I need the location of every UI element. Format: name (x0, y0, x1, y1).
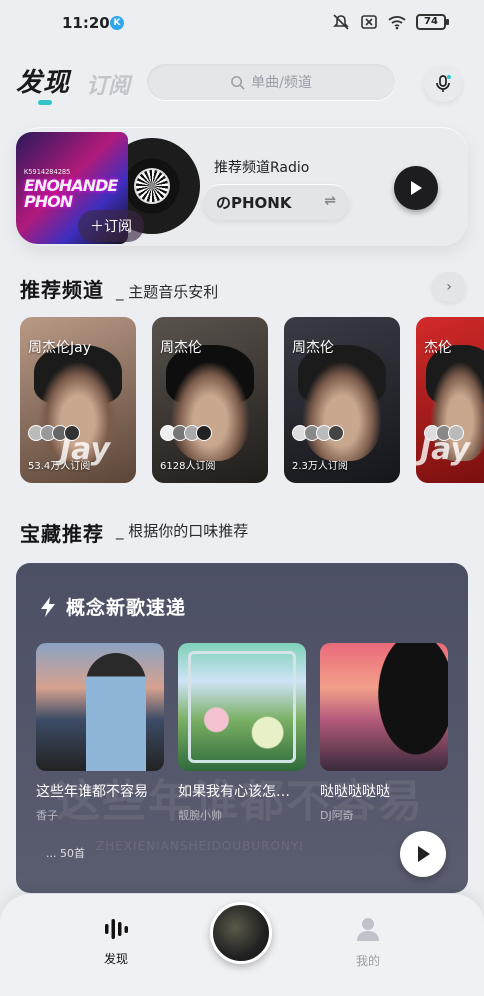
channel-name: 杰伦 (424, 340, 452, 356)
status-time: 11:20 (62, 14, 110, 32)
tab-indicator (38, 100, 52, 105)
card-title-text: 概念新歌速递 (66, 597, 187, 619)
song-item[interactable]: 如果我有心该怎… 靓腕小帅 (178, 643, 306, 823)
search-placeholder: 单曲/频道 (251, 75, 312, 91)
channel-name: 周杰伦 (292, 340, 334, 356)
nav-profile-label: 我的 (355, 954, 380, 968)
song-artist: DJ阿奇 (320, 809, 354, 822)
search-input[interactable]: 单曲/频道 (147, 64, 395, 100)
status-bar: 11:20 K 74 (0, 0, 484, 48)
discover-icon (105, 919, 128, 939)
card-title: 概念新歌速递 (38, 593, 186, 620)
app-badge-icon: K (110, 16, 124, 30)
subscribe-button[interactable]: ＋订阅 (78, 210, 144, 242)
play-icon (411, 181, 422, 195)
play-all-button[interactable] (400, 831, 446, 877)
chevron-right-icon[interactable]: › (432, 272, 466, 302)
search-icon (231, 75, 245, 90)
channel-card[interactable]: 周杰伦 6128人订阅 (152, 317, 268, 483)
subscriber-avatars (160, 425, 212, 441)
channel-name: 周杰伦 (160, 340, 202, 356)
subscriber-avatars (28, 425, 80, 441)
song-artist: 香子 (36, 809, 58, 822)
nav-discover[interactable]: 发现 (86, 916, 146, 967)
voice-search-button[interactable] (424, 66, 462, 102)
bottom-navigation: 发现 我的 (0, 894, 484, 996)
new-songs-card[interactable]: 这些年谁都不容易 ZHEXIENIANSHEIDOUBURONYI 概念新歌速递… (16, 563, 468, 893)
radio-title: 推荐频道Radio (214, 160, 310, 176)
card-background-latin: ZHEXIENIANSHEIDOUBURONYI (96, 839, 304, 853)
radio-channel-chip[interactable]: のPHONK ⇌ (202, 184, 350, 220)
cover-title: ENOHANDE PHON (24, 176, 118, 211)
channel-card[interactable]: Jay 杰伦 (416, 317, 484, 483)
tab-subscribe[interactable]: 订阅 (86, 68, 130, 100)
nav-profile[interactable]: 我的 (338, 916, 398, 969)
song-name: 如果我有心该怎… (178, 784, 290, 800)
subscriber-avatars (292, 425, 344, 441)
status-icons: 74 (332, 14, 449, 30)
song-cover (320, 643, 448, 771)
now-playing-disc[interactable] (210, 902, 272, 964)
channel-list: Jay 周杰伦Jay 53.4万人订阅 周杰伦 6128人订阅 周杰伦 2.3万… (20, 317, 484, 483)
radio-channel-label: のPHONK (216, 193, 292, 212)
lightning-icon (41, 596, 55, 617)
battery-icon: 74 (416, 14, 449, 30)
song-cover (36, 643, 164, 771)
channel-name: 周杰伦Jay (28, 340, 91, 356)
section-subtitle-treasure: _ 根据你的口味推荐 (116, 522, 249, 540)
subscriber-avatars (424, 425, 464, 441)
channel-subscribers: 2.3万人订阅 (292, 461, 348, 472)
channel-card[interactable]: 周杰伦 2.3万人订阅 (284, 317, 400, 483)
swap-icon[interactable]: ⇌ (324, 193, 336, 209)
channel-subscribers: 53.4万人订阅 (28, 461, 91, 472)
song-cover (178, 643, 306, 771)
profile-icon (357, 918, 379, 941)
channel-card[interactable]: Jay 周杰伦Jay 53.4万人订阅 (20, 317, 136, 483)
radio-card[interactable]: K5914284285 ENOHANDE PHON ＋订阅 推荐频道Radio … (16, 128, 468, 246)
cover-code: K5914284285 (24, 168, 71, 176)
mic-icon (436, 75, 451, 92)
no-sim-icon (361, 15, 377, 29)
song-item[interactable]: 这些年谁都不容易 香子 (36, 643, 164, 823)
song-name: 哒哒哒哒哒 (320, 784, 390, 800)
mute-icon (333, 14, 349, 30)
play-icon (418, 846, 430, 862)
nav-discover-label: 发现 (103, 952, 128, 966)
wifi-icon (388, 16, 406, 30)
song-count: ... 50首 (46, 847, 85, 860)
channel-subscribers: 6128人订阅 (160, 461, 216, 472)
song-artist: 靓腕小帅 (178, 809, 222, 822)
song-name: 这些年谁都不容易 (36, 784, 148, 800)
section-subtitle-recommended: _ 主题音乐安利 (116, 283, 219, 301)
tab-discover[interactable]: 发现 (16, 62, 70, 99)
radio-play-button[interactable] (394, 166, 438, 210)
section-title-recommended: 推荐频道 (20, 278, 104, 302)
song-item[interactable]: 哒哒哒哒哒 DJ阿奇 (320, 643, 448, 823)
section-title-treasure: 宝藏推荐 (20, 522, 104, 546)
